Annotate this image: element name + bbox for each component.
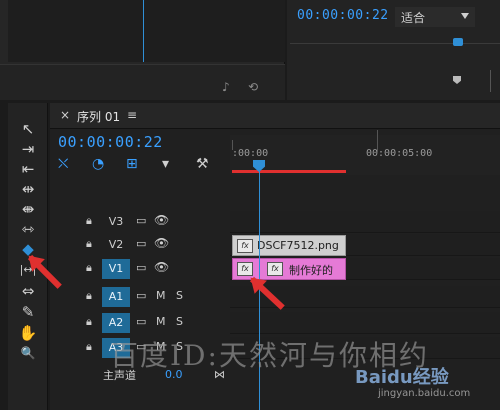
sequence-timecode[interactable]: 00:00:00:22 (58, 133, 163, 151)
track-header-v3: 🔒︎ V3 ▭ 👁 (50, 211, 230, 233)
track-header-a2: 🔒︎ A2 ▭ M S (50, 312, 230, 334)
track-select-forward-icon[interactable]: ⇥ (8, 139, 48, 159)
track-header-v2: 🔒︎ V2 ▭ 👁 (50, 234, 230, 256)
clip-finished-title[interactable]: fx fx 制作好的 (232, 258, 346, 280)
panel-menu-icon[interactable]: ≡ (127, 108, 137, 122)
lock-icon[interactable]: 🔒︎ (86, 261, 92, 275)
eye-icon[interactable]: 👁 (154, 236, 169, 250)
clip-dscf7512[interactable]: fx DSCF7512.png (232, 235, 346, 256)
linked-selection-icon[interactable]: ⊞ (126, 156, 138, 172)
eye-icon[interactable]: 👁 (154, 260, 169, 274)
zoom-tool-icon[interactable]: 🔍 (8, 343, 48, 363)
track-lane-a2[interactable] (230, 312, 500, 334)
film-icon[interactable]: ▭ (136, 315, 146, 328)
nest-sequence-icon[interactable]: ⛌ (58, 156, 68, 172)
track-header-a1: 🔒︎ A1 ▭ M S (50, 286, 230, 308)
hand-tool-icon[interactable]: ✋ (8, 323, 48, 343)
program-scrub-bar[interactable] (290, 43, 500, 49)
ruler-start-label: :00:00 (232, 148, 269, 159)
film-icon[interactable]: ▭ (136, 237, 146, 250)
rate-stretch-icon[interactable]: ⇼ (8, 199, 48, 219)
film-icon[interactable]: ▭ (136, 261, 146, 274)
source-monitor-viewer (8, 0, 285, 62)
baidu-url: jingyan.baidu.com (378, 388, 471, 399)
timeline-toolbar: ⛌ ◔ ⊞ ▾ ⚒ (56, 156, 216, 174)
source-playhead[interactable] (143, 0, 144, 62)
selection-tool-icon[interactable]: ↖ (8, 119, 48, 139)
wrench-icon[interactable]: ⚒ (196, 156, 209, 172)
lock-icon[interactable]: 🔒︎ (86, 237, 92, 251)
ripple-edit-icon[interactable]: ⇤ (8, 159, 48, 179)
clip-label: DSCF7512.png (257, 239, 339, 252)
lock-icon[interactable]: 🔒︎ (86, 289, 92, 303)
track-header-v1: 🔒︎ V1 ▭ 👁 (50, 258, 230, 280)
snap-icon[interactable]: ◔ (92, 156, 104, 172)
lock-icon[interactable]: 🔒︎ (86, 214, 92, 228)
program-timecode[interactable]: 00:00:00:22 (297, 8, 389, 23)
fx-badge: fx (237, 262, 253, 276)
lock-icon[interactable]: 🔒︎ (86, 315, 92, 329)
close-icon[interactable]: × (60, 108, 70, 122)
baidu-logo: Baidu经验 (355, 367, 449, 388)
track-name[interactable]: A1 (102, 287, 130, 307)
fit-dropdown[interactable]: 适合 (395, 7, 475, 27)
film-icon[interactable]: ▭ (136, 289, 146, 302)
source-monitor-controls (0, 64, 285, 100)
chevron-down-icon (461, 13, 469, 19)
track-name[interactable]: V3 (102, 212, 130, 232)
clip-label: 制作好的 (289, 264, 333, 277)
ruler-tick (377, 130, 378, 152)
tab-sequence-01[interactable]: 序列 01 (77, 108, 120, 125)
work-area-bar[interactable] (232, 170, 346, 173)
pen-tool-icon[interactable]: ✎ (8, 302, 48, 322)
slide-tool-icon[interactable]: ⇔ (8, 281, 48, 301)
fit-dropdown-label: 适合 (401, 11, 426, 25)
razor-tool-icon[interactable]: ⇿ (8, 219, 48, 239)
track-lane-v3[interactable] (230, 211, 500, 233)
mute-button[interactable]: M (156, 289, 166, 302)
audio-export-icon[interactable]: ♪ (222, 80, 230, 94)
panel-divider (490, 70, 491, 92)
solo-button[interactable]: S (176, 289, 183, 302)
lock-icon[interactable]: 🔒︎ (86, 340, 92, 354)
fx-badge: fx (267, 262, 283, 276)
film-icon[interactable]: ▭ (136, 214, 146, 227)
solo-button[interactable]: S (176, 315, 183, 328)
mute-button[interactable]: M (156, 315, 166, 328)
ruler-mark-label: 00:00:05:00 (366, 148, 433, 159)
track-name[interactable]: V2 (102, 235, 130, 255)
ruler-tick (232, 140, 233, 150)
fx-badge: fx (237, 239, 253, 253)
program-playhead-knob[interactable] (453, 38, 463, 46)
add-marker-icon[interactable]: ▾ (162, 156, 169, 172)
track-name[interactable]: V1 (102, 259, 130, 279)
time-ruler[interactable] (230, 135, 500, 175)
overwrite-icon[interactable]: ⟲ (248, 80, 258, 94)
track-name[interactable]: A2 (102, 313, 130, 333)
rolling-edit-icon[interactable]: ⇹ (8, 179, 48, 199)
eye-icon[interactable]: 👁 (154, 213, 169, 227)
